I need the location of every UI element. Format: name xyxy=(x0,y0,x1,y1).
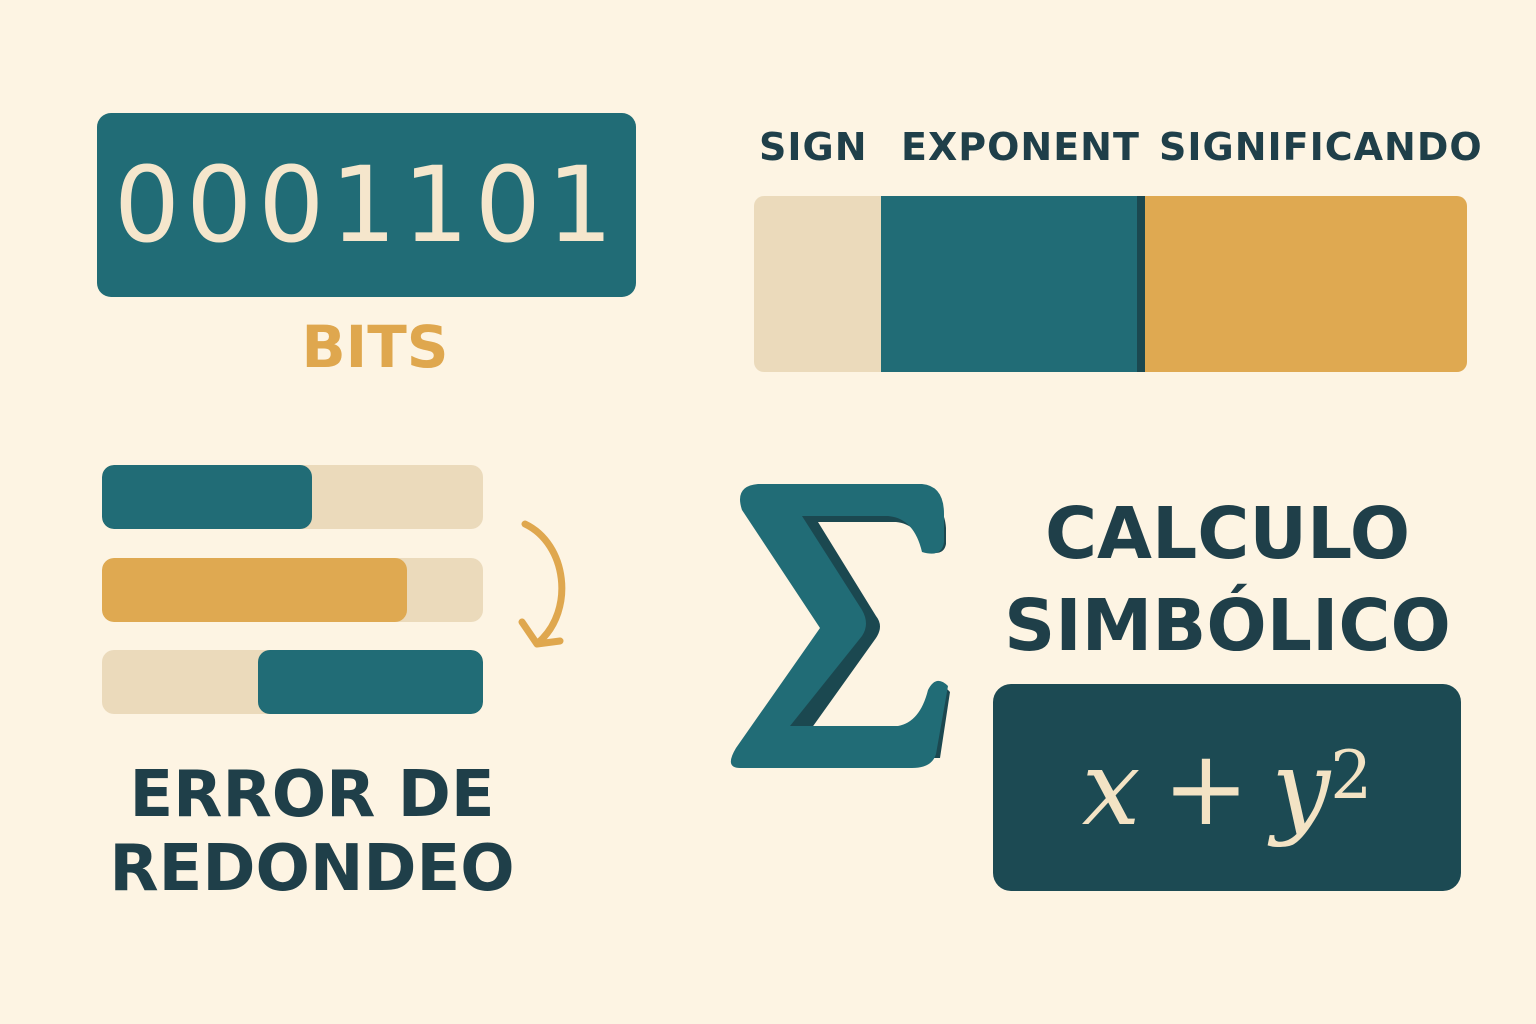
significand-label: SIGNIFICANDO xyxy=(1159,125,1483,169)
rounding-bar-2-fill xyxy=(102,558,407,622)
formula-var-x: x xyxy=(1081,726,1141,849)
bits-label: BITS xyxy=(301,313,449,381)
rounding-bar-1-fill xyxy=(102,465,312,529)
exponent-segment xyxy=(881,196,1137,372)
rounding-bar-2 xyxy=(102,558,483,622)
sign-label: SIGN xyxy=(759,125,868,169)
significand-segment xyxy=(1145,196,1467,372)
rounding-bar-3-fill xyxy=(258,650,483,714)
sigma-icon xyxy=(730,484,950,768)
float-format-bar xyxy=(754,196,1467,372)
bits-value: 0001101 xyxy=(113,144,620,266)
symbolic-title-line2: SIMBÓLICO xyxy=(1004,584,1451,667)
rounding-bar-1 xyxy=(102,465,483,529)
rounding-label-line2: REDONDEO xyxy=(109,832,515,906)
symbolic-title-line1: CALCULO xyxy=(1044,492,1411,575)
exponent-label: EXPONENT xyxy=(901,125,1140,169)
sign-segment xyxy=(754,196,881,372)
formula: x + y 2 xyxy=(993,684,1461,891)
formula-var-y: y xyxy=(1271,726,1331,849)
rounding-label-line1: ERROR DE xyxy=(129,758,495,832)
bits-box: 0001101 xyxy=(97,113,636,297)
formula-box: x + y 2 xyxy=(993,684,1461,891)
formula-plus: + xyxy=(1162,726,1250,849)
rounding-error-label: ERROR DE REDONDEO xyxy=(92,758,532,906)
formula-exponent: 2 xyxy=(1330,736,1373,814)
curved-arrow-icon xyxy=(518,520,566,648)
rounding-bar-3 xyxy=(102,650,483,714)
segment-divider xyxy=(1137,196,1145,372)
symbolic-title: CALCULO SIMBÓLICO xyxy=(980,488,1475,672)
